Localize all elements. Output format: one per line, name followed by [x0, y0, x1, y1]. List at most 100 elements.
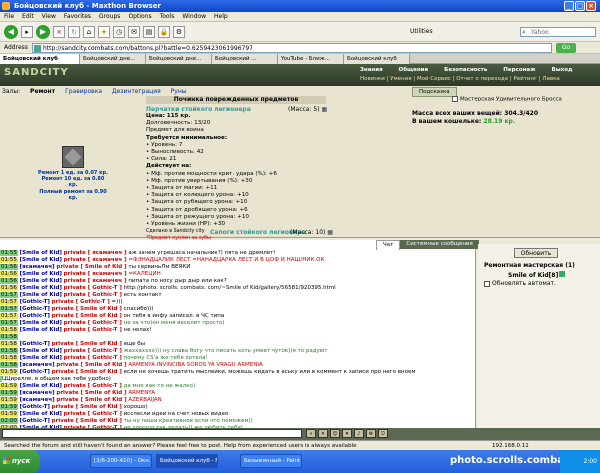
- chat-timestamp[interactable]: 01:58: [0, 334, 18, 340]
- minimize-button[interactable]: _: [564, 1, 574, 11]
- tab-engraving[interactable]: Гравировка: [65, 88, 102, 95]
- workshop-checkbox[interactable]: [452, 96, 458, 102]
- chat-private-target[interactable]: private [ Smile of Kid ]: [52, 341, 122, 347]
- nav-exit[interactable]: Выход: [552, 67, 573, 73]
- chat-private-target[interactable]: private [ Gothic-T ]: [64, 348, 122, 354]
- chat-nick[interactable]: [Gothic-T]: [20, 306, 50, 312]
- user-info-icon[interactable]: [559, 271, 566, 277]
- chat-nick[interactable]: [Smile of Kid]: [20, 320, 62, 326]
- chat-private-target[interactable]: private [ Smile of Kid ]: [52, 404, 122, 410]
- chat-nick[interactable]: [Smile of Kid]: [20, 411, 62, 417]
- chat-timestamp[interactable]: 01:57: [0, 306, 18, 312]
- item-link-gloves[interactable]: Перчатки стойкого легионера: [146, 106, 251, 113]
- exit-icon[interactable]: ⎋: [378, 429, 388, 438]
- chat-private-target[interactable]: private [ Smile of Kid ]: [56, 362, 126, 368]
- chat-nick[interactable]: [Gothic-T]: [20, 299, 50, 305]
- browser-tab[interactable]: Бойцовский дне...: [80, 53, 146, 64]
- browser-tab[interactable]: YouTube - Ближ...: [278, 53, 344, 64]
- menu-view[interactable]: View: [42, 12, 56, 22]
- workshop-option[interactable]: Мастерская Удивительного Бросса: [452, 96, 562, 103]
- tools-icon[interactable]: ⚙: [173, 25, 185, 38]
- chat-nick[interactable]: [ясамачеч]: [20, 264, 55, 270]
- chat-private-target[interactable]: private [ ясамачеч ]: [64, 257, 127, 263]
- favorites-icon[interactable]: ★: [98, 25, 110, 38]
- chat-nick[interactable]: [ясамачеч]: [20, 362, 55, 368]
- chat-private-target[interactable]: private [ Gothic-T ]: [52, 299, 110, 305]
- chat-nick[interactable]: [Smile of Kid]: [20, 327, 62, 333]
- tab-disintegration[interactable]: Дезинтеграция: [112, 88, 161, 95]
- menu-groups[interactable]: Groups: [99, 12, 120, 22]
- taskbar-item[interactable]: [3/6-200-410] - Окн...: [90, 454, 152, 468]
- options-icon[interactable]: ⚙: [366, 429, 376, 438]
- chat-nick[interactable]: [Gothic-T]: [20, 313, 50, 319]
- chat-timestamp[interactable]: 01:56: [0, 271, 18, 277]
- chat-timestamp[interactable]: 01:56: [0, 264, 18, 270]
- chat-private-target[interactable]: private [ Smile of Kid ]: [52, 418, 122, 424]
- send-icon[interactable]: »: [306, 429, 316, 438]
- chat-nick[interactable]: [ясамачеч]: [20, 397, 55, 403]
- start-button[interactable]: пуск: [0, 450, 40, 473]
- browser-tab[interactable]: Бойцовский клуб: [0, 53, 80, 64]
- chat-nick[interactable]: [Gothic-T]: [20, 418, 50, 424]
- sound-icon[interactable]: ♪: [354, 429, 364, 438]
- lock-icon[interactable]: 🔒: [158, 25, 170, 38]
- hint-button[interactable]: Подсказка: [412, 87, 457, 97]
- chat-nick[interactable]: [Gothic-T]: [20, 404, 50, 410]
- tab-repair[interactable]: Ремонт: [30, 88, 55, 95]
- repair-full-link[interactable]: Полный ремонт за 0.90 кр.: [38, 189, 108, 201]
- menu-help[interactable]: Help: [214, 12, 228, 22]
- chat-timestamp[interactable]: 01:58: [0, 355, 18, 361]
- chat-timestamp[interactable]: 01:55: [0, 257, 18, 263]
- auto-refresh-option[interactable]: Обновлять автомат.: [484, 280, 556, 287]
- chat-private-target[interactable]: private [ Gothic-T ]: [64, 320, 122, 326]
- chat-private-target[interactable]: private [ Gothic-T ]: [64, 411, 122, 417]
- taskbar-item[interactable]: Безымянный - Paint: [240, 454, 302, 468]
- menu-tools[interactable]: Tools: [160, 12, 175, 22]
- chat-private-target[interactable]: private [ Smile of Kid ]: [52, 313, 122, 319]
- chat-timestamp[interactable]: 01:58: [0, 341, 18, 347]
- repair-10-link[interactable]: Ремонт 10 ед. за 0.80 кр.: [38, 176, 108, 188]
- menu-window[interactable]: Window: [182, 12, 206, 22]
- menu-edit[interactable]: Edit: [22, 12, 34, 22]
- chat-nick[interactable]: [Smile of Kid]: [20, 292, 62, 298]
- chat-nick[interactable]: [Gothic-T]: [20, 341, 50, 347]
- mail-icon[interactable]: ✉: [128, 25, 140, 38]
- chat-timestamp[interactable]: 01:59: [0, 411, 18, 417]
- chat-timestamp[interactable]: 01:56: [0, 278, 18, 284]
- chat-timestamp[interactable]: 01:57: [0, 299, 18, 305]
- smiley-icon[interactable]: ☺: [330, 429, 340, 438]
- tab-system-messages[interactable]: Системные сообщения: [400, 240, 479, 249]
- chat-timestamp[interactable]: 01:58: [0, 362, 18, 368]
- clear-icon[interactable]: ×: [318, 429, 328, 438]
- info-icon[interactable]: ▦: [321, 106, 327, 113]
- chat-nick[interactable]: [Smile of Kid]: [20, 250, 62, 256]
- taskbar-item[interactable]: Бойцовский клуб - М...: [156, 454, 218, 468]
- nav-communication[interactable]: Общение: [399, 67, 429, 73]
- auto-refresh-checkbox[interactable]: [484, 280, 490, 287]
- chat-private-target[interactable]: private [ Smile of Kid ]: [52, 306, 122, 312]
- refresh-icon[interactable]: ↻: [68, 25, 80, 38]
- menu-options[interactable]: Options: [128, 12, 151, 22]
- chat-timestamp[interactable]: 01:55: [0, 250, 18, 256]
- forward-icon[interactable]: ▸: [21, 25, 33, 38]
- close-button[interactable]: ×: [586, 1, 596, 11]
- chat-timestamp[interactable]: 01:57: [0, 320, 18, 326]
- chat-nick[interactable]: [Smile of Kid]: [20, 355, 62, 361]
- chat-nick[interactable]: [Smile of Kid]: [20, 348, 62, 354]
- browser-tab[interactable]: Бойцовский ...: [212, 53, 278, 64]
- menu-favorites[interactable]: Favorites: [64, 12, 91, 22]
- menu-file[interactable]: File: [4, 12, 14, 22]
- forward-arrow-icon[interactable]: ▶: [36, 24, 50, 39]
- chat-nick[interactable]: [ясамачеч]: [20, 390, 55, 396]
- chat-private-target[interactable]: private [ Smile of Kid ]: [56, 264, 126, 270]
- chat-nick[interactable]: [Smile of Kid]: [20, 383, 62, 389]
- chat-nick[interactable]: [Smile of Kid]: [20, 257, 62, 263]
- search-input[interactable]: ⌕ Yahoo: [520, 27, 596, 37]
- online-user-name[interactable]: Smile of Kid: [508, 272, 549, 279]
- chat-timestamp[interactable]: 01:57: [0, 313, 18, 319]
- back-icon[interactable]: ◀: [4, 24, 18, 39]
- chat-nick[interactable]: [Smile of Kid]: [20, 278, 62, 284]
- address-input[interactable]: http://sandcity.combats.com/battons.pl?b…: [32, 43, 552, 53]
- chat-private-target[interactable]: private [ Smile of Kid ]: [56, 390, 126, 396]
- chat-private-target[interactable]: private [ ясамачеч ]: [64, 271, 127, 277]
